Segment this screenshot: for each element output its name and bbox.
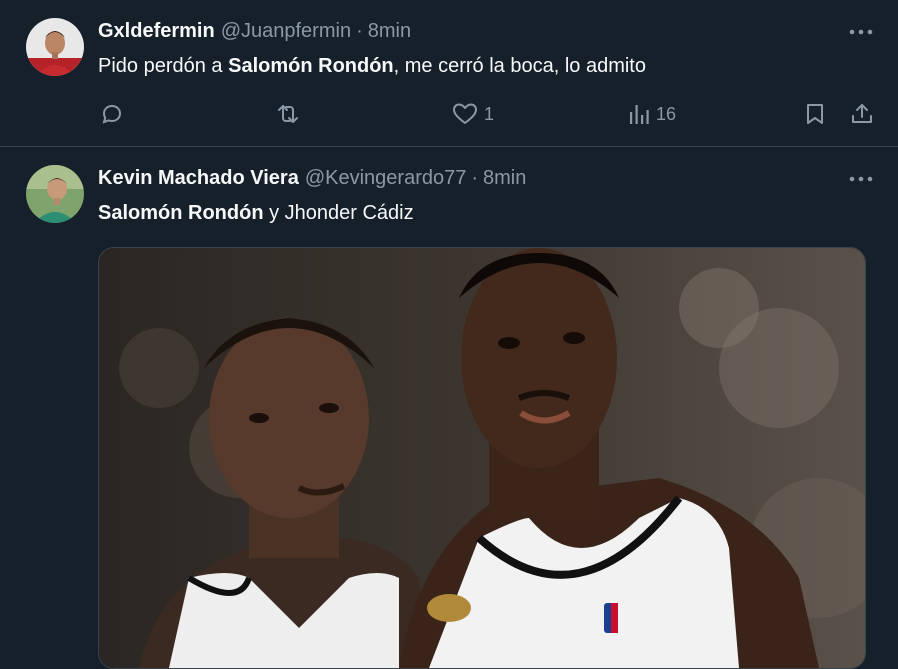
author-name[interactable]: Kevin Machado Viera bbox=[98, 167, 299, 190]
like-button[interactable]: 1 bbox=[452, 102, 494, 126]
tweet-text-end: , me cerró la boca, lo admito bbox=[393, 55, 646, 77]
more-options-icon[interactable] bbox=[848, 169, 874, 189]
views-icon bbox=[628, 102, 650, 126]
tweet-text: Salomón Rondón y Jhonder Cádiz bbox=[98, 202, 414, 225]
tweet-header: Gxldefermin @Juanpfermin · 8min bbox=[98, 20, 411, 43]
author-handle[interactable]: @Kevingerardo77 bbox=[305, 167, 467, 190]
avatar[interactable] bbox=[26, 165, 84, 223]
like-count: 1 bbox=[484, 103, 495, 124]
more-options-icon[interactable] bbox=[848, 22, 874, 42]
tweet-text-start: Pido perdón a bbox=[98, 55, 229, 77]
tweet-header: Kevin Machado Viera @Kevingerardo77 · 8m… bbox=[98, 167, 526, 190]
separator-dot: · bbox=[356, 20, 363, 42]
tweet[interactable]: Gxldefermin @Juanpfermin · 8min Pido per… bbox=[0, 0, 898, 147]
share-button[interactable] bbox=[850, 102, 874, 126]
tweet-media-photo[interactable] bbox=[98, 247, 866, 669]
views-count: 16 bbox=[656, 103, 677, 124]
retweet-button[interactable] bbox=[274, 102, 302, 126]
tweet-actions: 1 16 bbox=[98, 100, 878, 128]
heart-icon bbox=[452, 102, 478, 126]
mention-bold: Salomón Rondón bbox=[228, 55, 394, 77]
retweet-icon bbox=[274, 102, 302, 126]
bookmark-button[interactable] bbox=[804, 102, 826, 126]
timestamp[interactable]: 8min bbox=[368, 20, 411, 43]
basketball-players-photo bbox=[99, 248, 865, 668]
reply-icon bbox=[100, 102, 124, 126]
separator-dot: · bbox=[471, 167, 479, 189]
timestamp[interactable]: 8min bbox=[483, 167, 526, 190]
tweet-text-end: y Jhonder Cádiz bbox=[263, 202, 414, 224]
tweet[interactable]: Kevin Machado Viera @Kevingerardo77 · 8m… bbox=[0, 147, 898, 669]
author-handle[interactable]: @Juanpfermin bbox=[221, 20, 351, 43]
author-name[interactable]: Gxldefermin bbox=[98, 20, 215, 43]
bookmark-icon bbox=[804, 102, 826, 126]
reply-button[interactable] bbox=[100, 102, 124, 126]
mention-bold: Salomón Rondón bbox=[98, 202, 264, 224]
share-icon bbox=[850, 102, 874, 126]
avatar[interactable] bbox=[26, 18, 84, 76]
views-button[interactable]: 16 bbox=[628, 102, 676, 126]
tweet-text: Pido perdón a Salomón Rondón, me cerró l… bbox=[98, 55, 646, 78]
